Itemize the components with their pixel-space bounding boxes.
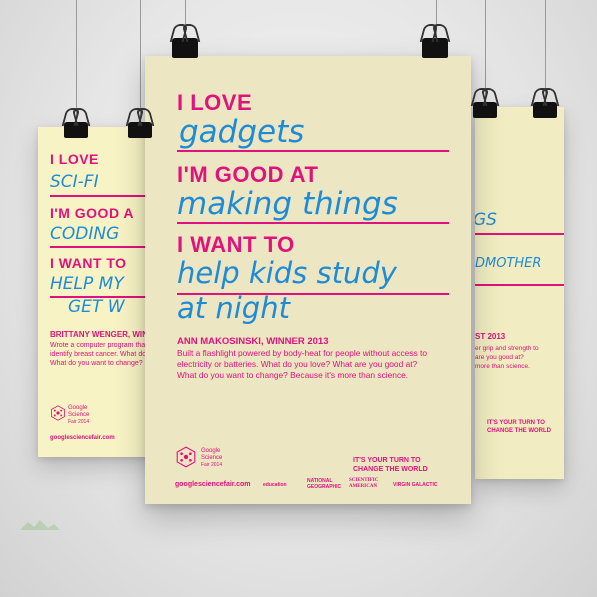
binder-clip-icon <box>125 108 155 138</box>
sponsor-logo: education <box>263 482 287 488</box>
poster-body: Wrote a computer program tha <box>50 342 146 349</box>
poster-love-label: I LOVE <box>177 90 253 115</box>
logo-text: Science <box>201 455 223 461</box>
underline <box>177 150 449 152</box>
binder-clip-icon <box>530 88 560 118</box>
poster-body: Built a flashlight powered by body-heat … <box>177 348 428 358</box>
underline <box>177 222 449 224</box>
poster-good-label: I'M GOOD A <box>50 205 135 221</box>
binder-clip-icon <box>61 108 91 138</box>
poster-want-value: help kids study <box>177 256 397 290</box>
poster-tagline: CHANGE THE WORLD <box>353 466 428 473</box>
poster-right: GS DMOTHER ST 2013 er grip and strength … <box>475 107 564 479</box>
sponsor-logo: SCIENTIFIC AMERICAN <box>349 478 379 489</box>
poster-url: googlesciencefair.com <box>175 481 251 488</box>
poster-love-value: SCI-FI <box>50 172 99 192</box>
sponsor-logo: VIRGIN GALACTIC <box>393 482 438 488</box>
poster-body: electricity or batteries. What do you lo… <box>177 359 418 369</box>
underline <box>475 284 564 286</box>
poster-want-value: GET W <box>68 297 125 317</box>
poster-body: identify breast cancer. What do <box>50 351 147 358</box>
poster-love-value: gadgets <box>179 114 305 150</box>
poster-winner: ST 2013 <box>475 332 506 341</box>
science-fair-logo-icon <box>50 405 66 421</box>
poster-tagline: CHANGE THE WORLD <box>487 428 551 434</box>
binder-clip-icon <box>169 24 201 58</box>
underline <box>475 233 564 235</box>
poster-tagline: IT'S YOUR TURN TO <box>487 420 545 426</box>
poster-good-value: GS <box>475 210 497 230</box>
watermark <box>20 518 60 532</box>
poster-want-label: I WANT TO <box>177 232 295 257</box>
poster-url: googlesciencefair.com <box>50 435 115 441</box>
poster-love-label: I LOVE <box>50 151 99 167</box>
poster-winner: ANN MAKOSINSKI, WINNER 2013 <box>177 336 329 347</box>
scene: I LOVE SCI-FI I'M GOOD A CODING I WANT T… <box>0 0 597 597</box>
poster-want-value: at night <box>177 291 290 325</box>
poster-center: I LOVE gadgets I'M GOOD AT making things… <box>145 56 471 504</box>
poster-good-value: CODING <box>50 224 120 244</box>
sponsor-logo: NATIONAL GEOGRAPHIC <box>307 478 342 490</box>
logo-text: Science <box>68 412 90 418</box>
poster-body: er grip and strength to <box>475 345 539 352</box>
poster-good-label: I'M GOOD AT <box>177 162 319 187</box>
logo-text: Fair 2014 <box>68 419 90 425</box>
poster-body: What do you want to change? Because it's… <box>177 370 409 380</box>
poster-want-value: HELP MY <box>50 274 124 294</box>
poster-winner: BRITTANY WENGER, WINN <box>50 330 154 339</box>
binder-clip-icon <box>470 88 500 118</box>
logo-text: Google <box>68 405 88 411</box>
poster-body: What do you want to change? <box>50 360 143 367</box>
poster-body: more than science. <box>475 363 530 370</box>
poster-good-value: making things <box>177 186 398 222</box>
logo-text: Google <box>201 448 221 454</box>
poster-want-value: DMOTHER <box>475 256 542 271</box>
science-fair-logo-icon <box>175 446 197 468</box>
logo-text: Fair 2014 <box>201 462 223 468</box>
poster-want-label: I WANT TO <box>50 255 127 271</box>
poster-body: are you good at? <box>475 354 524 361</box>
poster-tagline: IT'S YOUR TURN TO <box>353 457 421 464</box>
binder-clip-icon <box>419 24 451 58</box>
